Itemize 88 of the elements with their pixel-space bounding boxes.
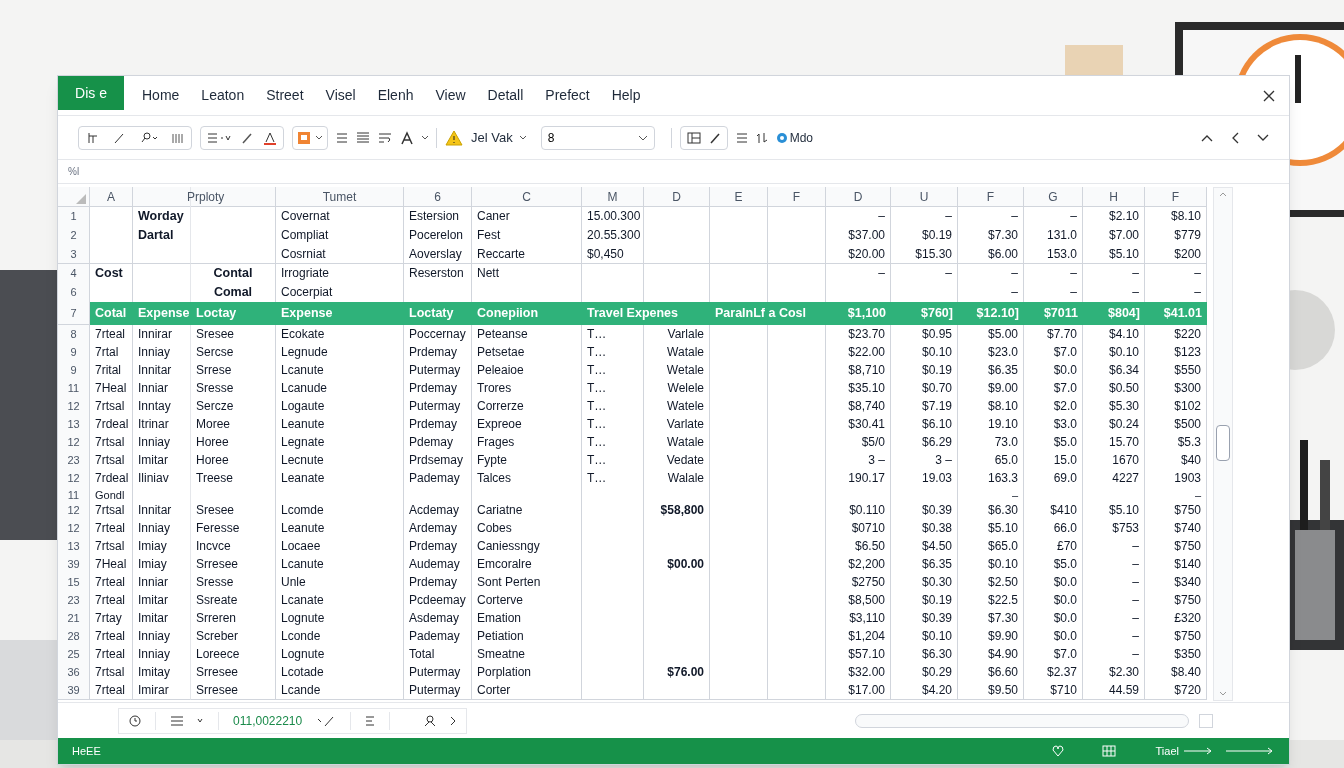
wrap-icon[interactable]	[378, 131, 392, 144]
menu-item[interactable]: Elenh	[377, 85, 414, 106]
formula-label: %l	[68, 165, 80, 179]
row-number[interactable]: 2	[58, 226, 90, 246]
column-heading: $7011	[1043, 305, 1078, 323]
align-icon[interactable]	[365, 715, 376, 726]
table-cell: $720	[1145, 681, 1207, 700]
app-button[interactable]: Mdo	[775, 128, 813, 147]
warning-icon	[445, 129, 463, 146]
arrow-icon	[1225, 747, 1275, 755]
text-color-icon[interactable]	[263, 130, 277, 145]
arrow-icon	[1183, 747, 1213, 755]
table-cell	[644, 681, 710, 700]
file-tab[interactable]: Dis e	[58, 76, 124, 110]
chevron-up-icon[interactable]	[1201, 133, 1213, 142]
table-cell: Srresee	[191, 681, 276, 700]
pen-icon[interactable]	[113, 131, 125, 144]
row-number[interactable]: 7	[58, 302, 90, 325]
table-cell: Corter	[472, 681, 582, 700]
fill-color-icon[interactable]	[297, 130, 311, 145]
column-heading: $41.01	[1163, 305, 1202, 323]
font-field[interactable]: 8	[540, 125, 655, 150]
row-number[interactable]: 6	[58, 283, 90, 303]
brush-icon[interactable]	[241, 131, 253, 144]
format-icon[interactable]	[87, 130, 99, 145]
column-heading: Loctay	[196, 305, 237, 323]
app-icon	[775, 131, 788, 144]
scroll-up-icon[interactable]	[1219, 192, 1227, 197]
table-cell: $710	[1024, 681, 1083, 700]
column-heading: $804]	[1108, 305, 1140, 323]
menu-item[interactable]: Home	[142, 85, 180, 106]
chevron-down-icon[interactable]	[1257, 133, 1269, 142]
sort-icon[interactable]	[755, 131, 768, 144]
horizontal-scrollbar[interactable]	[855, 713, 1189, 728]
table-cell: Putermay	[404, 681, 472, 700]
row-number[interactable]: 39	[58, 681, 90, 700]
column-heading: Travel Expenes	[587, 305, 679, 323]
list-icon[interactable]	[207, 131, 231, 144]
menu-item[interactable]: Visel	[325, 85, 356, 106]
status-text: HeEE	[72, 743, 101, 759]
caret-icon	[518, 134, 527, 141]
chevron-left-icon[interactable]	[1231, 131, 1239, 144]
table-cell: Imirar	[133, 681, 191, 700]
clock-icon[interactable]	[129, 714, 141, 727]
menu-item[interactable]: Leaton	[201, 85, 245, 106]
person-icon[interactable]	[424, 714, 437, 727]
align-icon[interactable]	[356, 131, 370, 144]
menu-item[interactable]: Prefect	[545, 85, 590, 106]
row-number[interactable]: 3	[58, 245, 90, 264]
caret-icon[interactable]	[315, 134, 323, 141]
style-dropdown[interactable]: Jel Vak	[471, 127, 527, 148]
column-heading: Conepiion	[477, 305, 539, 323]
menu-item[interactable]: Street	[266, 85, 304, 106]
cell-reference: 011,0022210	[233, 712, 303, 730]
column-heading: ParalnLf a Cosl	[715, 305, 806, 323]
table-cell: $9.50	[958, 681, 1024, 700]
caret-icon	[637, 134, 648, 141]
heart-icon[interactable]	[1051, 745, 1064, 757]
status-text: Tiael	[1155, 743, 1179, 759]
scroll-down-icon[interactable]	[1219, 691, 1227, 696]
column-heading: $12.10]	[976, 305, 1019, 323]
row-number[interactable]: 4	[58, 264, 90, 284]
search-icon[interactable]	[139, 131, 157, 144]
column-heading: Loctaty	[409, 305, 454, 323]
font-size-icon[interactable]	[400, 130, 428, 145]
row-number[interactable]: 1	[58, 207, 90, 227]
scrollbar-thumb[interactable]	[1216, 425, 1230, 461]
align-icon[interactable]	[336, 131, 348, 144]
column-heading: Expense	[281, 305, 333, 323]
align-icon[interactable]	[735, 131, 748, 144]
table-cell: Lcande	[276, 681, 404, 700]
table-cell: 7rteal	[90, 681, 133, 700]
menu-item[interactable]: Detall	[487, 85, 524, 106]
column-heading: Cotal	[95, 305, 127, 323]
column-heading: $760]	[921, 305, 953, 323]
table-cell: $4.20	[891, 681, 958, 700]
table-cell: 44.59	[1083, 681, 1145, 700]
column-heading: $1,100	[847, 305, 886, 323]
pen-icon[interactable]	[708, 131, 721, 144]
close-icon[interactable]	[1263, 89, 1275, 102]
column-heading: Expense	[138, 305, 190, 323]
grid-icon[interactable]	[1101, 745, 1116, 757]
table-icon[interactable]	[686, 131, 701, 144]
table-cell: $17.00	[826, 681, 891, 700]
chevron-right-icon[interactable]	[450, 715, 457, 726]
menu-item[interactable]: View	[435, 85, 466, 106]
menu-item[interactable]: Help	[611, 85, 641, 106]
list-icon[interactable]	[170, 715, 204, 726]
